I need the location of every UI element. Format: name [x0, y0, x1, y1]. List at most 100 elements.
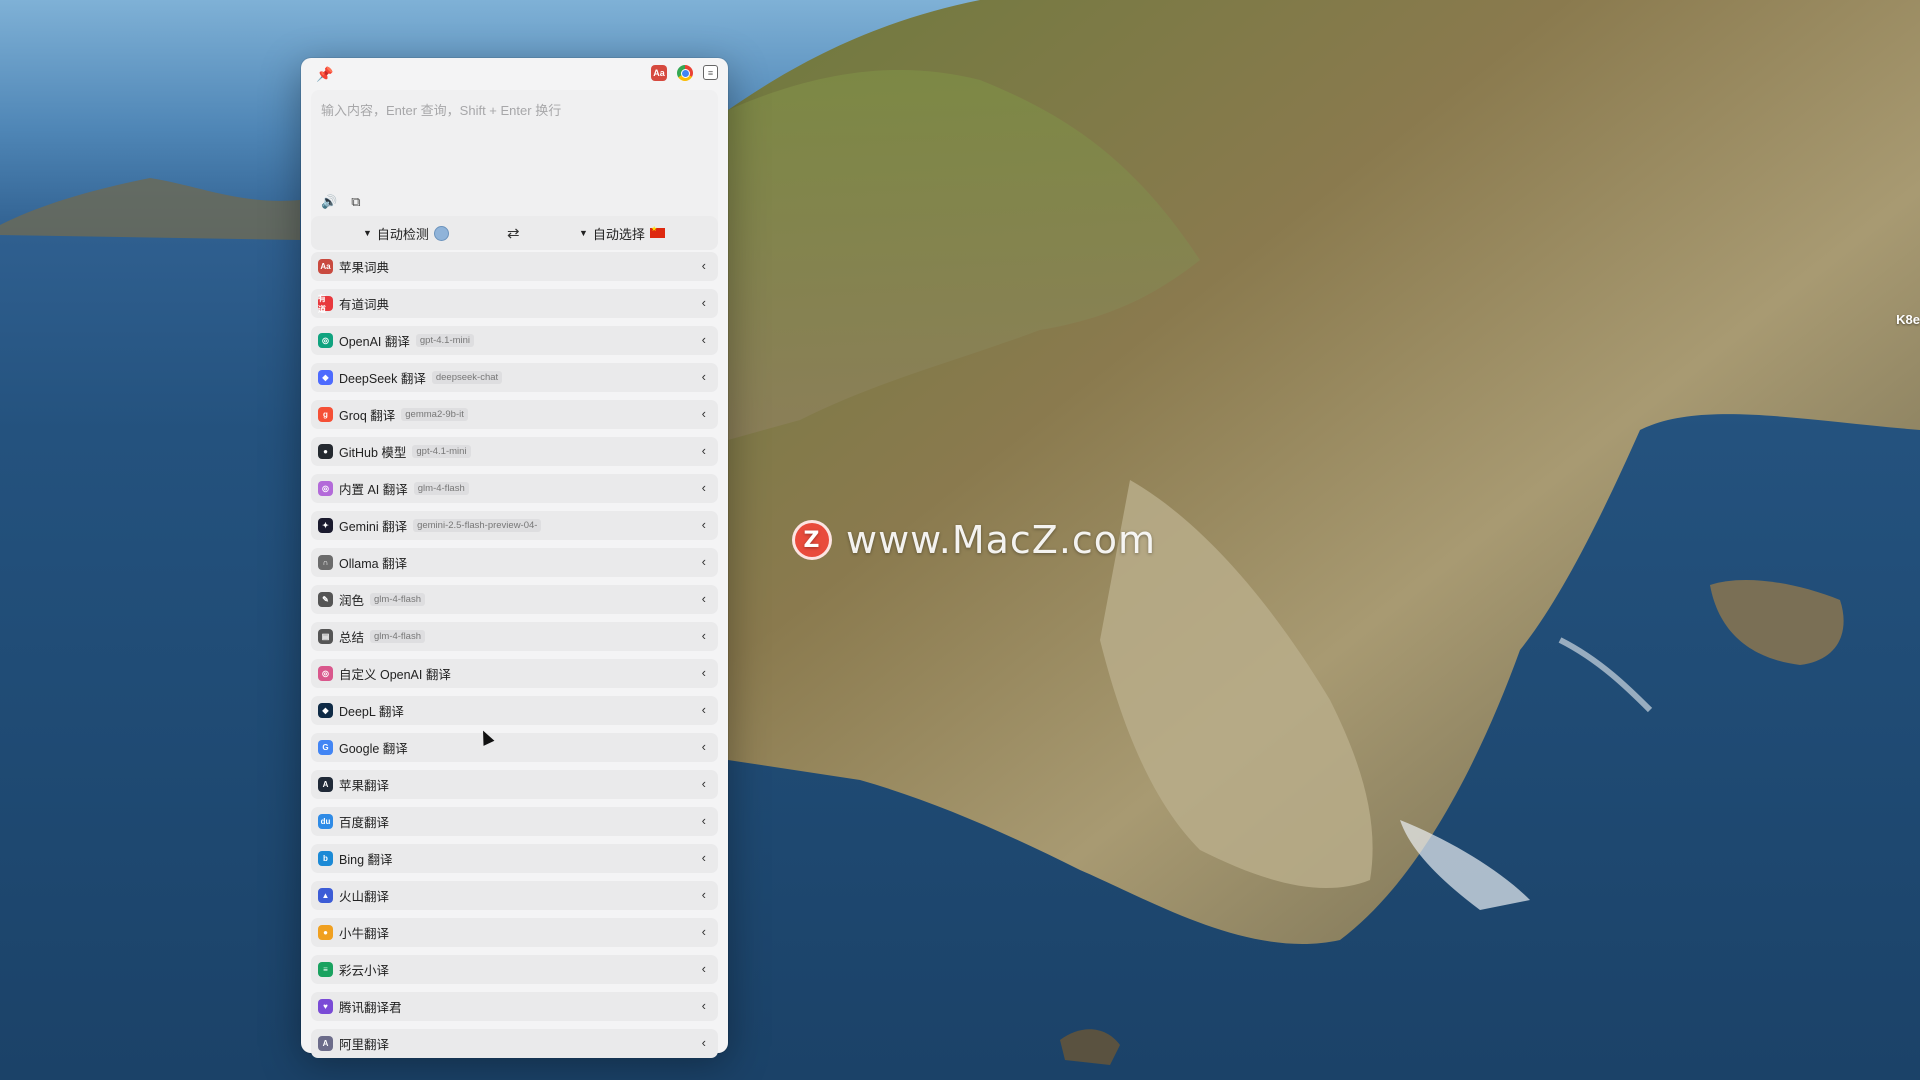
- service-row[interactable]: A 苹果翻译 ‹: [311, 770, 718, 799]
- service-logo-icon: ▲: [318, 888, 333, 903]
- service-name: 腾讯翻译君: [339, 1001, 402, 1015]
- source-language-select[interactable]: ▼ 自动检测: [363, 224, 449, 243]
- service-name: 苹果词典: [339, 261, 390, 275]
- chevron-left-icon[interactable]: ‹: [702, 554, 706, 569]
- service-name: Google 翻译: [339, 742, 408, 756]
- service-row[interactable]: g Groq 翻译 gemma2-9b-it ‹: [311, 400, 718, 429]
- chevron-left-icon[interactable]: ‹: [702, 998, 706, 1013]
- chevron-left-icon[interactable]: ‹: [702, 628, 706, 643]
- service-model-badge: glm-4-flash: [413, 482, 469, 495]
- service-row[interactable]: ● 小牛翻译 ‹: [311, 918, 718, 947]
- swap-languages-button[interactable]: ⇄: [507, 224, 520, 242]
- caret-down-icon: ▼: [363, 228, 372, 238]
- chevron-left-icon[interactable]: ‹: [702, 961, 706, 976]
- service-name: 小牛翻译: [339, 927, 390, 941]
- service-row[interactable]: ◎ OpenAI 翻译 gpt-4.1-mini ‹: [311, 326, 718, 355]
- chevron-left-icon[interactable]: ‹: [702, 480, 706, 495]
- caret-down-icon: ▼: [579, 228, 588, 238]
- service-row[interactable]: ▤ 总结 glm-4-flash ‹: [311, 622, 718, 651]
- chevron-left-icon[interactable]: ‹: [702, 776, 706, 791]
- source-language-label: 自动检测: [376, 226, 429, 242]
- service-logo-icon: G: [318, 740, 333, 755]
- target-language-select[interactable]: ▼ 自动选择: [579, 224, 665, 243]
- chevron-left-icon[interactable]: ‹: [702, 1035, 706, 1050]
- service-row[interactable]: ◆ DeepL 翻译 ‹: [311, 696, 718, 725]
- service-name: Ollama 翻译: [339, 557, 408, 571]
- service-row[interactable]: ◆ DeepSeek 翻译 deepseek-chat ‹: [311, 363, 718, 392]
- service-logo-icon: A: [318, 777, 333, 792]
- service-logo-icon: ◆: [318, 370, 333, 385]
- translator-window: 📌 Aa ≡ 🔊 ⧉ ▼ 自动检测 ⇄ ▼ 自动选择 Aa苹果词典‹有道有道词典…: [301, 58, 728, 1058]
- service-logo-icon: ◆: [318, 703, 333, 718]
- service-name: 彩云小译: [339, 964, 390, 978]
- service-logo-icon: ●: [318, 444, 333, 459]
- service-model-badge: glm-4-flash: [370, 593, 426, 606]
- service-name: 自定义 OpenAI 翻译: [339, 668, 451, 682]
- chevron-left-icon[interactable]: ‹: [702, 850, 706, 865]
- settings-toggle-icon[interactable]: ≡: [703, 65, 718, 80]
- service-row[interactable]: du 百度翻译 ‹: [311, 807, 718, 836]
- service-logo-icon: b: [318, 851, 333, 866]
- service-name: Groq 翻译: [339, 409, 396, 423]
- service-name: 总结: [339, 631, 365, 645]
- service-row[interactable]: b Bing 翻译 ‹: [311, 844, 718, 873]
- service-row[interactable]: ∩ Ollama 翻译 ‹: [311, 548, 718, 577]
- service-row[interactable]: ▲ 火山翻译 ‹: [311, 881, 718, 910]
- chevron-left-icon[interactable]: ‹: [702, 443, 706, 458]
- speaker-icon[interactable]: 🔊: [321, 194, 337, 210]
- chevron-left-icon[interactable]: ‹: [702, 295, 706, 310]
- service-row[interactable]: ✦ Gemini 翻译 gemini-2.5-flash-preview-04- ‹: [311, 511, 718, 540]
- chevron-left-icon[interactable]: ‹: [702, 739, 706, 754]
- service-row[interactable]: ◎ 自定义 OpenAI 翻译 ‹: [311, 659, 718, 688]
- service-row[interactable]: ≡ 彩云小译 ‹: [311, 955, 718, 984]
- service-row[interactable]: ✎ 润色 glm-4-flash ‹: [311, 585, 718, 614]
- target-language-label: 自动选择: [592, 226, 645, 242]
- chevron-left-icon[interactable]: ‹: [702, 517, 706, 532]
- service-row[interactable]: G Google 翻译 ‹: [311, 733, 718, 762]
- service-model-badge: gemma2-9b-it: [401, 408, 468, 421]
- china-flag-icon: [649, 225, 665, 238]
- service-name: GitHub 模型: [339, 446, 407, 460]
- service-logo-icon: du: [318, 814, 333, 829]
- service-row[interactable]: ◎ 内置 AI 翻译 glm-4-flash ‹: [311, 474, 718, 503]
- chevron-left-icon[interactable]: ‹: [702, 258, 706, 273]
- window-topbar: 📌 Aa ≡: [301, 58, 728, 90]
- service-logo-icon: ●: [318, 925, 333, 940]
- service-logo-icon: ✎: [318, 592, 333, 607]
- service-name: OpenAI 翻译: [339, 335, 410, 349]
- chevron-left-icon[interactable]: ‹: [702, 887, 706, 902]
- copy-icon[interactable]: ⧉: [351, 194, 360, 210]
- service-logo-icon: g: [318, 407, 333, 422]
- service-name: 润色: [339, 594, 365, 608]
- service-row[interactable]: ● GitHub 模型 gpt-4.1-mini ‹: [311, 437, 718, 466]
- service-model-badge: gpt-4.1-mini: [415, 334, 475, 347]
- chevron-left-icon[interactable]: ‹: [702, 369, 706, 384]
- chevron-left-icon[interactable]: ‹: [702, 924, 706, 939]
- query-input[interactable]: [319, 98, 711, 162]
- service-name: Bing 翻译: [339, 853, 393, 867]
- service-row[interactable]: 有道 有道词典 ‹: [311, 289, 718, 318]
- macz-logo-icon: Z: [792, 520, 832, 560]
- pin-icon[interactable]: 📌: [316, 66, 333, 83]
- service-name: 火山翻译: [339, 890, 390, 904]
- chevron-left-icon[interactable]: ‹: [702, 406, 706, 421]
- service-model-badge: gemini-2.5-flash-preview-04-: [413, 519, 542, 532]
- chevron-left-icon[interactable]: ‹: [702, 332, 706, 347]
- desktop-edge-label: K8e: [1896, 312, 1920, 327]
- chevron-left-icon[interactable]: ‹: [702, 702, 706, 717]
- chevron-left-icon[interactable]: ‹: [702, 665, 706, 680]
- service-row[interactable]: Aa 苹果词典 ‹: [311, 252, 718, 281]
- chevron-left-icon[interactable]: ‹: [702, 813, 706, 828]
- chevron-left-icon[interactable]: ‹: [702, 591, 706, 606]
- service-logo-icon: 有道: [318, 294, 333, 314]
- service-list: Aa 苹果词典 ‹ 有道 有道词典 ‹ ◎ OpenAI 翻译 gpt-4.1-mini ‹ ◆ De…: [311, 252, 718, 1066]
- service-logo-icon: A: [318, 1036, 333, 1051]
- service-logo-icon: ◎: [318, 333, 333, 348]
- service-row[interactable]: A 阿里翻译 ‹: [311, 1029, 718, 1058]
- watermark-text: www.MacZ.com: [846, 518, 1157, 562]
- service-row[interactable]: ♥ 腾讯翻译君 ‹: [311, 992, 718, 1021]
- dictionary-icon[interactable]: Aa: [651, 65, 667, 81]
- service-name: 内置 AI 翻译: [339, 483, 408, 497]
- chrome-icon[interactable]: [677, 65, 693, 81]
- language-bar: ▼ 自动检测 ⇄ ▼ 自动选择: [311, 216, 718, 250]
